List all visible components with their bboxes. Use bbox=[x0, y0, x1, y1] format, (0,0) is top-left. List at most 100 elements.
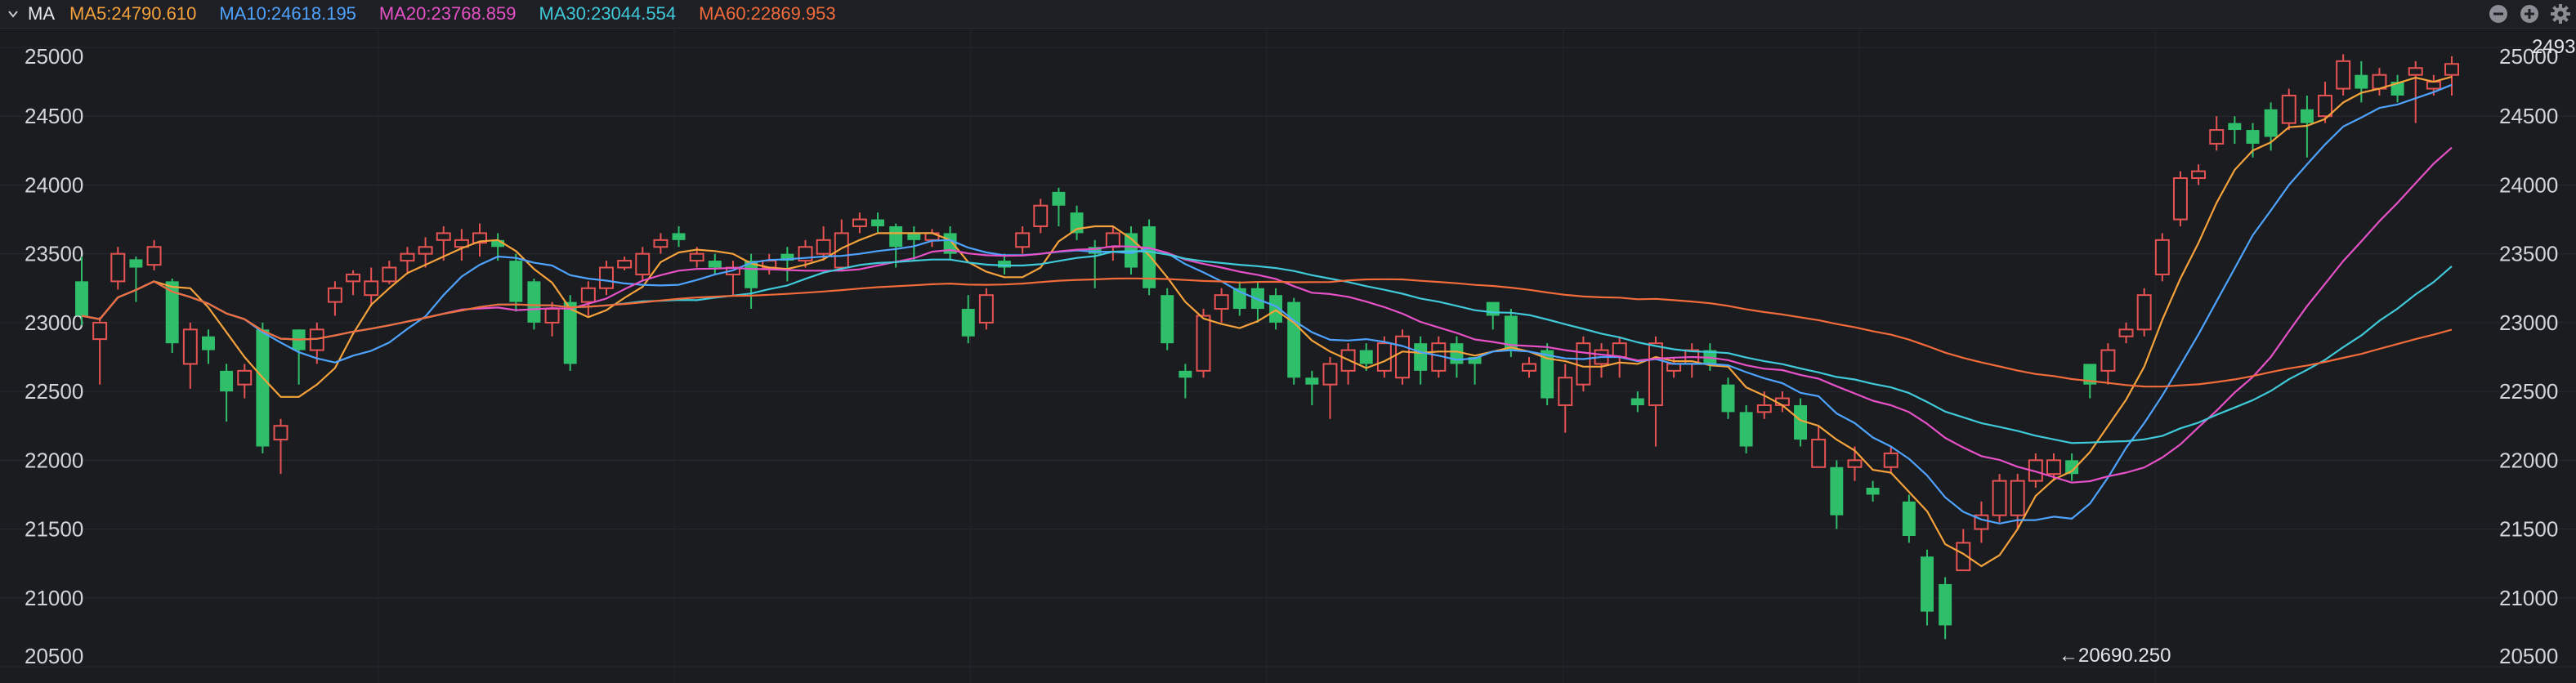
candle-up[interactable] bbox=[635, 247, 651, 282]
candle-up[interactable] bbox=[1594, 343, 1609, 378]
candle-body bbox=[2318, 94, 2333, 118]
candle-down[interactable] bbox=[220, 364, 234, 422]
candle-up[interactable] bbox=[580, 281, 596, 316]
candle-up[interactable] bbox=[1105, 225, 1120, 261]
candle-up[interactable] bbox=[2136, 288, 2152, 337]
candle-up[interactable] bbox=[2154, 233, 2170, 282]
candle-down[interactable] bbox=[1630, 391, 1644, 413]
candle-up[interactable] bbox=[1811, 426, 1827, 468]
candle-up[interactable] bbox=[1956, 529, 1971, 572]
candle-up[interactable] bbox=[617, 257, 633, 270]
candle-down[interactable] bbox=[1486, 301, 1500, 330]
candle-down[interactable] bbox=[1052, 187, 1066, 226]
candle-up[interactable] bbox=[1033, 199, 1049, 234]
candle-down[interactable] bbox=[1468, 357, 1482, 385]
candlestick-plot[interactable]: 25000 24500 24000 23500 23000 22500 22000 21500… bbox=[0, 28, 2576, 683]
candle-up[interactable] bbox=[1015, 225, 1031, 254]
candle-up[interactable] bbox=[454, 229, 469, 261]
candle-down[interactable] bbox=[1921, 549, 1934, 626]
candle-down[interactable] bbox=[129, 257, 143, 302]
candle-up[interactable] bbox=[599, 261, 614, 296]
candle-down[interactable] bbox=[292, 329, 306, 385]
candle-down[interactable] bbox=[1178, 364, 1192, 399]
candle-down[interactable] bbox=[871, 212, 885, 234]
candle-up[interactable] bbox=[2191, 164, 2207, 185]
candle-up[interactable] bbox=[2372, 68, 2387, 96]
candle-down[interactable] bbox=[1287, 297, 1301, 385]
minus-circle-icon[interactable] bbox=[2488, 3, 2509, 25]
candle-up[interactable] bbox=[1992, 474, 2007, 523]
candle-down[interactable] bbox=[961, 295, 975, 344]
candle-up[interactable] bbox=[2318, 82, 2333, 123]
candle-up[interactable] bbox=[1648, 336, 1663, 447]
candle-up[interactable] bbox=[237, 364, 253, 399]
candle-down[interactable] bbox=[1830, 460, 1844, 529]
candle-down[interactable] bbox=[509, 253, 523, 312]
candle-up[interactable] bbox=[978, 288, 994, 330]
candle-up[interactable] bbox=[472, 223, 487, 257]
candle-up[interactable] bbox=[327, 281, 342, 316]
candle-down[interactable] bbox=[527, 278, 541, 330]
candle-down[interactable] bbox=[1739, 404, 1753, 453]
candle-up[interactable] bbox=[2118, 322, 2134, 344]
candle-down[interactable] bbox=[943, 225, 957, 261]
candle-up[interactable] bbox=[146, 239, 162, 270]
candle-up[interactable] bbox=[725, 261, 740, 296]
candle-down[interactable] bbox=[1450, 336, 1464, 378]
candle-down[interactable] bbox=[708, 253, 722, 275]
candle-up[interactable] bbox=[2444, 56, 2459, 96]
candle-up[interactable] bbox=[1214, 288, 1229, 323]
candle-up[interactable] bbox=[762, 253, 777, 275]
candle-up[interactable] bbox=[924, 229, 940, 248]
candle-up[interactable] bbox=[544, 301, 560, 337]
candle-up[interactable] bbox=[382, 261, 397, 284]
candle-down[interactable] bbox=[780, 247, 794, 282]
candle-up[interactable] bbox=[852, 212, 867, 234]
candle-down[interactable] bbox=[2264, 102, 2278, 151]
candle-down[interactable] bbox=[907, 225, 921, 261]
candle-up[interactable] bbox=[2408, 60, 2423, 123]
candle-down[interactable] bbox=[1088, 239, 1102, 288]
candle-up[interactable] bbox=[1974, 501, 1989, 543]
candle-up[interactable] bbox=[1322, 357, 1338, 419]
candle-down[interactable] bbox=[1939, 577, 1952, 640]
candle-up[interactable] bbox=[273, 418, 288, 475]
candle-down[interactable] bbox=[1143, 219, 1156, 296]
candle-up[interactable] bbox=[1522, 357, 1536, 378]
candle-up[interactable] bbox=[2336, 54, 2351, 96]
candle-down[interactable] bbox=[1070, 205, 1084, 240]
candle-up[interactable] bbox=[2209, 116, 2225, 151]
candle-down[interactable] bbox=[1866, 480, 1880, 502]
candle-down[interactable] bbox=[2390, 74, 2404, 103]
candle-down[interactable] bbox=[998, 253, 1011, 275]
candle-down[interactable] bbox=[1721, 377, 1735, 419]
candle-down[interactable] bbox=[1414, 336, 1428, 385]
candle-up[interactable] bbox=[182, 322, 198, 389]
candle-up[interactable] bbox=[2100, 343, 2116, 385]
candle-down[interactable] bbox=[1305, 370, 1319, 405]
candle-down[interactable] bbox=[1902, 494, 1916, 543]
candle-down[interactable] bbox=[75, 257, 88, 326]
candle-down[interactable] bbox=[2228, 116, 2242, 144]
gear-icon[interactable] bbox=[2550, 3, 2571, 25]
candle-up[interactable] bbox=[1340, 343, 1356, 385]
candle-down[interactable] bbox=[256, 322, 270, 453]
candle-up[interactable] bbox=[2281, 88, 2296, 131]
candle-up[interactable] bbox=[110, 247, 126, 290]
candle-down[interactable] bbox=[1541, 343, 1554, 405]
candle-up[interactable] bbox=[2172, 171, 2188, 226]
candle-down[interactable] bbox=[1232, 281, 1246, 316]
candle-up[interactable] bbox=[1395, 329, 1410, 385]
candle-down[interactable] bbox=[1161, 288, 1174, 350]
plus-circle-icon[interactable] bbox=[2519, 3, 2540, 25]
candle-up[interactable] bbox=[346, 270, 361, 296]
candle-up[interactable] bbox=[834, 219, 849, 270]
candle-down[interactable] bbox=[2246, 123, 2260, 158]
candle-down[interactable] bbox=[1250, 281, 1264, 323]
candle-up[interactable] bbox=[92, 317, 108, 385]
chevron-down-icon[interactable] bbox=[7, 7, 20, 20]
candle-up[interactable] bbox=[1558, 364, 1573, 433]
candle-up[interactable] bbox=[653, 233, 669, 254]
candle-down[interactable] bbox=[201, 329, 215, 364]
candle-up[interactable] bbox=[1576, 336, 1591, 392]
